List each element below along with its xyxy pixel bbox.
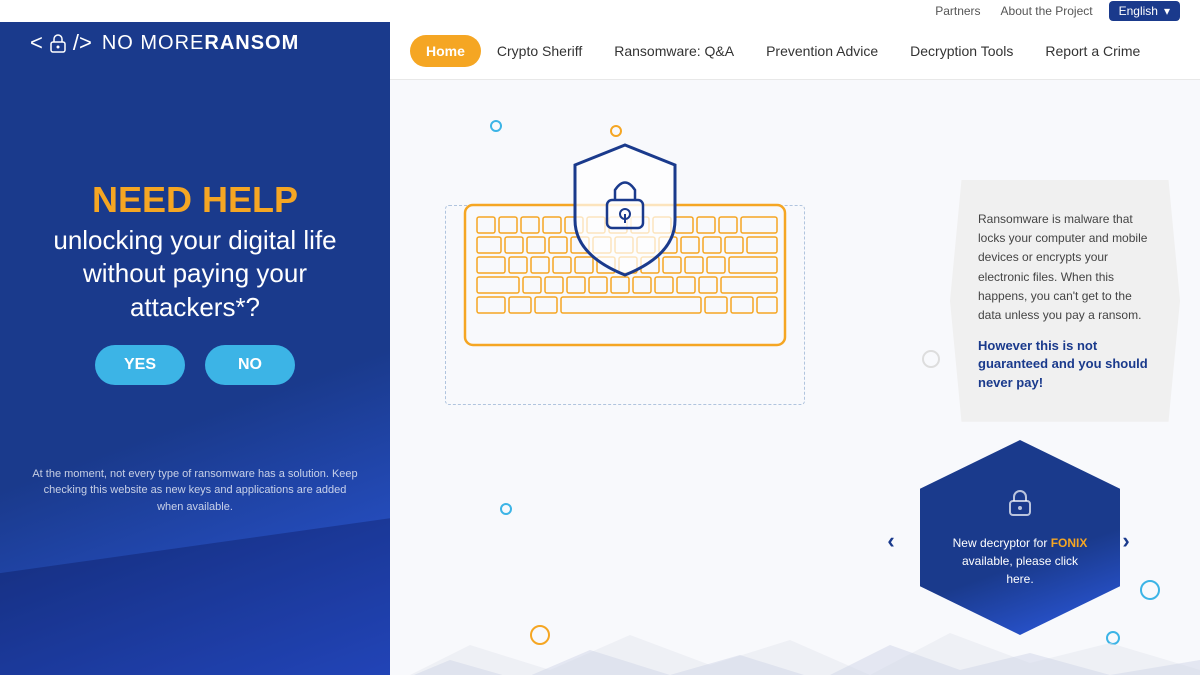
logo-normal: NO MORE [102, 32, 205, 54]
bracket-right: /> [73, 30, 92, 56]
bracket-left: < [30, 30, 43, 56]
chevron-down-icon: ▾ [1164, 4, 1170, 18]
top-bar: Partners About the Project English ▾ [0, 0, 1200, 22]
partners-link[interactable]: Partners [935, 4, 980, 18]
footer-note: At the moment, not every type of ransomw… [30, 466, 360, 516]
left-shape [0, 515, 390, 675]
keyboard-illustration [435, 135, 815, 355]
hero-text: NEED HELP unlocking your digital life wi… [30, 180, 360, 325]
logo-lock-icon [47, 32, 69, 54]
logo-text: NO MORERANSOM [102, 32, 299, 55]
nav-bar: Home Crypto Sheriff Ransomware: Q&A Prev… [390, 22, 1200, 80]
decryptor-text: New decryptor for FONIX available, pleas… [950, 534, 1090, 588]
logo-area: < /> NO MORERANSOM [30, 30, 299, 56]
nav-crypto-sheriff[interactable]: Crypto Sheriff [481, 35, 598, 67]
circle-decoration-7 [1140, 580, 1160, 600]
decryptor-brand: FONIX [1051, 536, 1088, 550]
yes-button[interactable]: YES [95, 345, 185, 385]
hero-subtitle: unlocking your digital life without payi… [30, 224, 360, 325]
decryptor-lock-icon [1004, 487, 1036, 526]
info-body: Ransomware is malware that locks your co… [978, 210, 1152, 325]
no-button[interactable]: NO [205, 345, 295, 385]
circle-decoration-3 [500, 503, 512, 515]
left-panel: < /> NO MORERANSOM NEED HELP unlocking y… [0, 0, 390, 675]
about-link[interactable]: About the Project [1001, 4, 1093, 18]
nav-decryption-tools[interactable]: Decryption Tools [894, 35, 1029, 67]
nav-report-crime[interactable]: Report a Crime [1029, 35, 1156, 67]
mountains-decoration [390, 625, 1200, 675]
circle-decoration-1 [490, 120, 502, 132]
logo-icon: < /> [30, 30, 92, 56]
nav-home[interactable]: Home [410, 35, 481, 67]
info-warning: However this is not guaranteed and you s… [978, 337, 1152, 392]
logo-bold: RANSOM [204, 32, 299, 54]
circle-decoration-6 [922, 350, 940, 368]
language-selector[interactable]: English ▾ [1109, 1, 1180, 21]
nav-ransomware-qa[interactable]: Ransomware: Q&A [598, 35, 750, 67]
btn-row: YES NO [30, 345, 360, 385]
carousel-prev-button[interactable]: ‹ [877, 527, 905, 555]
info-box: Ransomware is malware that locks your co… [950, 180, 1180, 422]
nav-prevention-advice[interactable]: Prevention Advice [750, 35, 894, 67]
need-help-heading: NEED HELP [30, 180, 360, 220]
language-label: English [1119, 4, 1158, 18]
decryptor-card[interactable]: New decryptor for FONIX available, pleas… [920, 440, 1120, 635]
main-content: Ransomware is malware that locks your co… [390, 80, 1200, 675]
